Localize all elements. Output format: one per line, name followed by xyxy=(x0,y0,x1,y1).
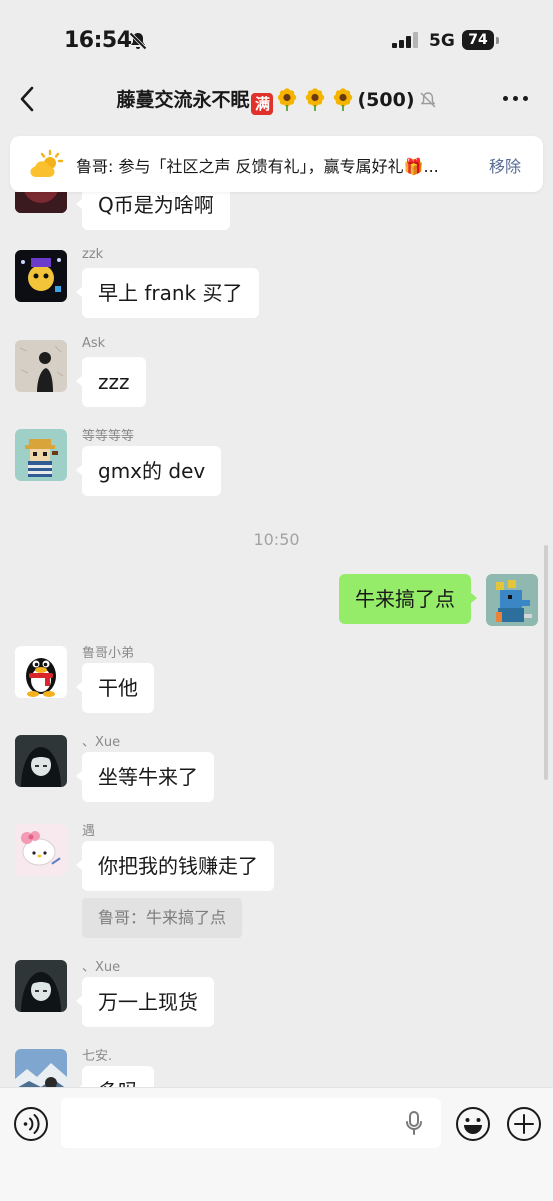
message-bubble[interactable]: gmx的 dev xyxy=(75,446,222,496)
mute-notification-icon xyxy=(420,92,436,108)
sunflower-icon xyxy=(306,88,325,111)
back-chevron-icon[interactable] xyxy=(16,84,40,114)
battery-cap xyxy=(496,37,499,44)
mute-bell-icon xyxy=(128,31,148,51)
avatar[interactable] xyxy=(15,646,67,698)
sender-name: zzk xyxy=(82,247,104,262)
avatar[interactable] xyxy=(15,824,67,876)
avatar[interactable] xyxy=(15,340,67,392)
more-options-icon[interactable] xyxy=(503,96,529,102)
sun-notice-icon xyxy=(30,149,64,177)
scrollbar[interactable] xyxy=(544,545,548,780)
full-badge: 满 xyxy=(251,93,274,115)
message-bubble[interactable]: Q币是为啥啊 xyxy=(76,192,230,230)
message-bubble[interactable]: 干他 xyxy=(76,663,154,713)
message-input[interactable] xyxy=(61,1098,441,1148)
member-count: (500) xyxy=(357,89,415,111)
notice-text: 鲁哥: 参与「社区之声 反馈有礼」，赢专属好礼🎁... xyxy=(76,157,439,176)
input-bar xyxy=(0,1087,553,1201)
message-bubble[interactable]: 多吗 xyxy=(76,1066,154,1087)
avatar[interactable] xyxy=(15,250,67,302)
chat-header: 藤蔓交流永不眠满 (500) xyxy=(0,76,553,122)
sender-name: Ask xyxy=(82,336,106,351)
microphone-icon[interactable] xyxy=(405,1111,423,1135)
cellular-signal-icon xyxy=(392,32,418,48)
battery-indicator: 74 xyxy=(462,30,494,50)
sender-name: 七安. xyxy=(82,1049,113,1064)
my-message-bubble[interactable]: 牛来搞了点 xyxy=(339,574,477,624)
avatar[interactable] xyxy=(15,735,67,787)
avatar[interactable] xyxy=(15,192,67,213)
message-bubble[interactable]: 坐等牛来了 xyxy=(76,752,214,802)
sunflower-icon xyxy=(334,88,353,111)
quoted-message[interactable]: 鲁哥：牛来搞了点 xyxy=(82,898,243,938)
sender-name: 遇 xyxy=(82,824,96,839)
add-more-icon[interactable] xyxy=(506,1106,542,1142)
network-type: 5G xyxy=(429,31,455,51)
avatar[interactable] xyxy=(15,429,67,481)
sender-name: 、Xue xyxy=(82,960,121,975)
sender-name: 、Xue xyxy=(82,735,121,750)
status-time: 16:54 xyxy=(64,28,132,53)
emoji-icon[interactable] xyxy=(455,1106,491,1142)
status-bar: 16:54 5G 74 xyxy=(0,0,553,80)
avatar[interactable] xyxy=(15,1049,67,1087)
message-bubble[interactable]: zzz xyxy=(76,357,146,407)
message-bubble[interactable]: 万一上现货 xyxy=(76,977,214,1027)
message-bubble[interactable]: 你把我的钱赚走了 xyxy=(76,841,274,891)
message-bubble[interactable]: 早上 frank 买了 xyxy=(76,268,259,318)
voice-input-icon[interactable] xyxy=(13,1106,49,1142)
remove-notice-button[interactable]: 移除 xyxy=(489,153,521,177)
group-title[interactable]: 藤蔓交流永不眠满 (500) xyxy=(60,85,493,115)
message-timestamp: 10:50 xyxy=(253,530,300,549)
sender-name: 鲁哥小弟 xyxy=(82,646,135,661)
my-avatar[interactable] xyxy=(486,574,538,626)
sunflower-icon xyxy=(278,88,297,111)
group-name: 藤蔓交流永不眠 xyxy=(116,89,250,111)
sender-name: 等等等等 xyxy=(82,429,135,444)
group-notice-banner[interactable]: 鲁哥: 参与「社区之声 反馈有礼」，赢专属好礼🎁... 移除 xyxy=(10,136,543,192)
message-list[interactable]: Q币是为啥啊 zzk 早上 frank 买了 Ask zzz 等等等等 gmx的… xyxy=(0,192,553,1087)
avatar[interactable] xyxy=(15,960,67,1012)
